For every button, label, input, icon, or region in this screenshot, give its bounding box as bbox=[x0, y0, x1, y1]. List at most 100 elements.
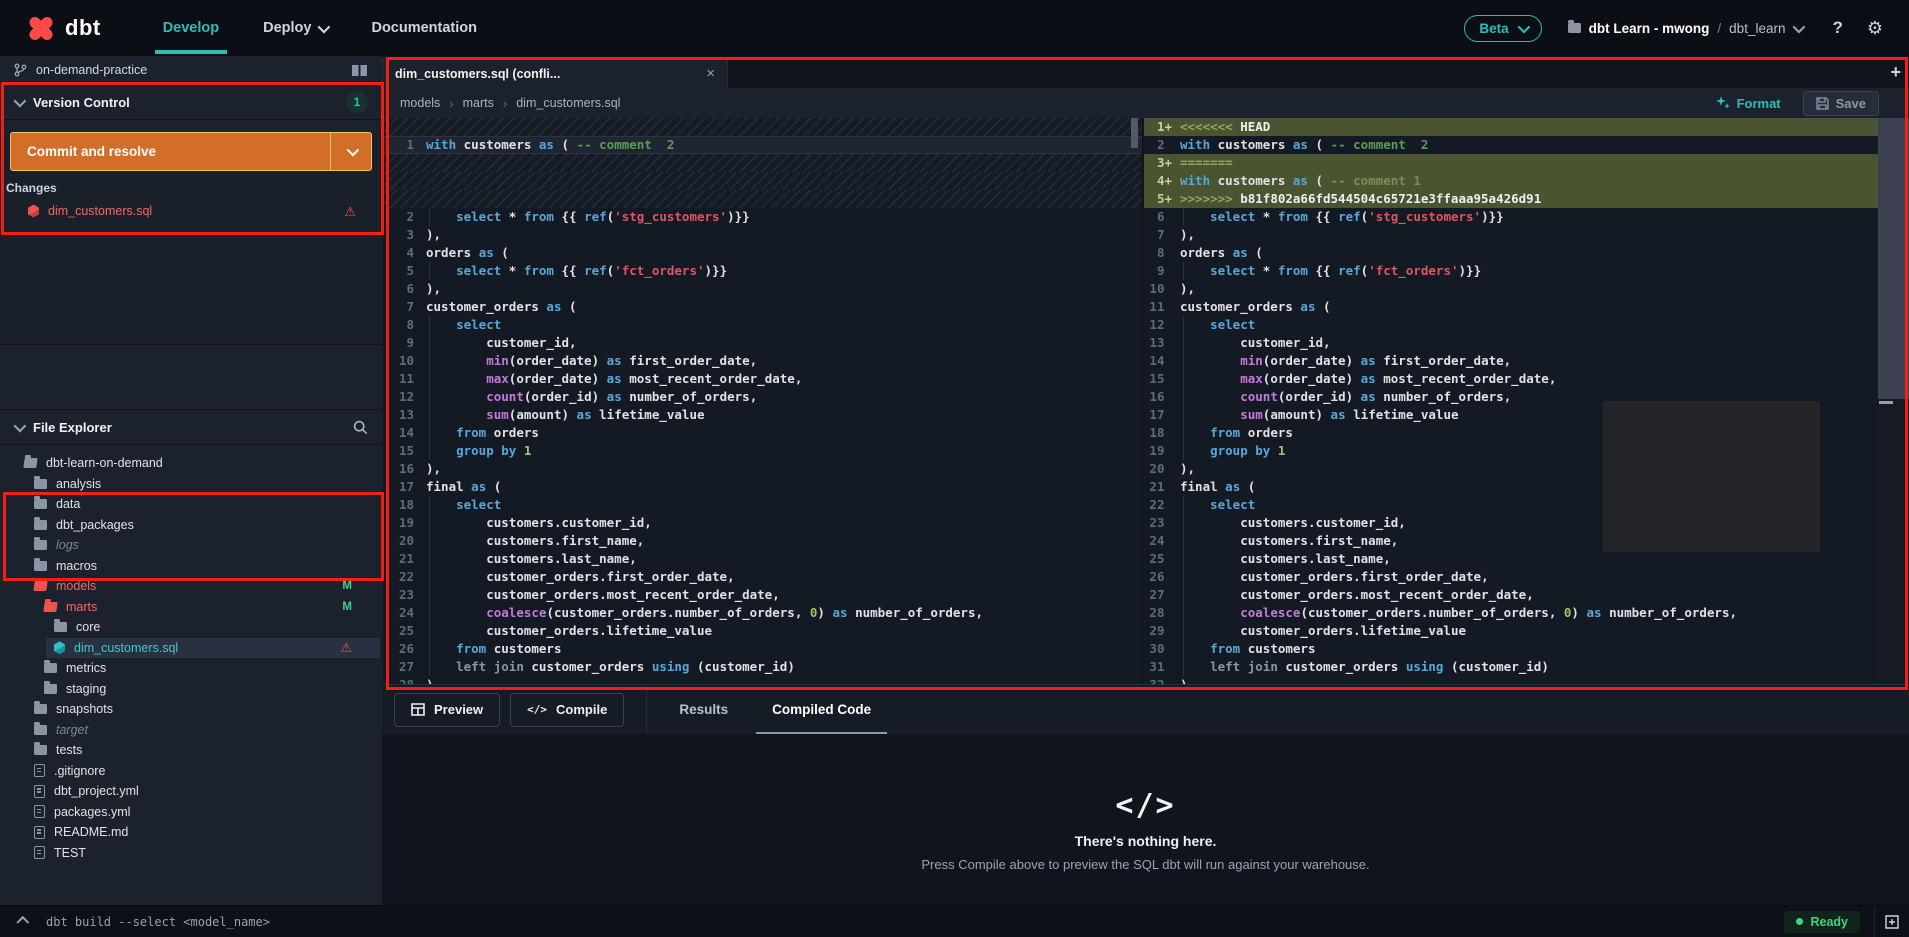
conflict-warning-icon: ⚠ bbox=[344, 203, 356, 219]
nav-develop[interactable]: Develop bbox=[141, 0, 241, 56]
diff-pane-current[interactable]: 1 with customers as ( -- comment 2 2 sele… bbox=[382, 118, 1143, 684]
model-cube-icon bbox=[28, 204, 39, 218]
chevron-down-icon bbox=[1517, 20, 1530, 33]
code-line: 20 customers.first_name, bbox=[382, 532, 1142, 550]
file-tree-item[interactable]: .gitignore bbox=[0, 761, 382, 782]
nav-deploy[interactable]: Deploy bbox=[241, 0, 349, 56]
line-number: 6 bbox=[1149, 209, 1172, 224]
help-icon[interactable]: ? bbox=[1832, 18, 1842, 38]
code-line: 6), bbox=[382, 280, 1142, 298]
line-number: 25 bbox=[1149, 551, 1172, 566]
tab-compiled-code[interactable]: Compiled Code bbox=[756, 685, 888, 735]
file-tree-item[interactable]: core bbox=[0, 617, 382, 638]
editor-scrollbar[interactable] bbox=[1878, 118, 1909, 684]
file-tree-item[interactable]: analysis bbox=[0, 474, 382, 495]
folder-icon bbox=[1567, 20, 1581, 33]
code-line: 5+ >>>>>>> b81f802a66fd544504c65721e3ffaa… bbox=[1144, 190, 1909, 208]
file-tree-item[interactable]: models M bbox=[0, 576, 382, 597]
file-tree-item[interactable]: staging bbox=[0, 679, 382, 700]
preview-button[interactable]: Preview bbox=[394, 692, 501, 727]
line-number: 10 bbox=[398, 353, 414, 368]
line-number: 27 bbox=[1149, 587, 1172, 602]
file-tree-item[interactable]: dbt-learn-on-demand bbox=[0, 453, 382, 474]
panel-toggle-icon[interactable] bbox=[1874, 905, 1909, 937]
dbt-ide-window: dbt Develop Deploy Documentation Beta db… bbox=[0, 0, 1909, 937]
new-tab-icon[interactable]: + bbox=[1890, 62, 1901, 83]
changed-file-row[interactable]: dim_customers.sql ⚠ bbox=[0, 197, 382, 225]
file-tree-item[interactable]: dbt_project.yml bbox=[0, 781, 382, 802]
file-tree-item[interactable]: logs bbox=[0, 535, 382, 556]
command-input[interactable]: dbt build --select <model_name> bbox=[46, 915, 1784, 929]
format-button[interactable]: Format bbox=[1715, 96, 1781, 111]
line-number: 24 bbox=[398, 605, 414, 620]
file-tree-item[interactable]: README.md bbox=[0, 822, 382, 843]
file-tree[interactable]: dbt-learn-on-demand analysis data dbt_packa… bbox=[0, 445, 382, 863]
line-number: 7 bbox=[1149, 227, 1172, 242]
file-tree-item-label: packages.yml bbox=[54, 804, 131, 819]
project-selector[interactable]: dbt Learn - mwong / dbt_learn bbox=[1567, 20, 1806, 36]
file-tree-item[interactable]: snapshots bbox=[0, 699, 382, 720]
line-number: 7 bbox=[398, 299, 414, 314]
file-tree-item[interactable]: marts M bbox=[0, 597, 382, 618]
line-number: 21 bbox=[398, 551, 414, 566]
code-line: 8 orders as ( bbox=[1144, 244, 1909, 262]
file-tree-item[interactable]: macros bbox=[0, 556, 382, 577]
version-control-header[interactable]: Version Control 1 bbox=[0, 85, 382, 120]
file-tree-item[interactable]: tests bbox=[0, 740, 382, 761]
save-button[interactable]: Save bbox=[1802, 90, 1879, 116]
docs-book-icon[interactable] bbox=[351, 64, 368, 77]
file-tree-item[interactable]: target bbox=[0, 720, 382, 741]
search-icon[interactable] bbox=[353, 420, 368, 435]
file-explorer-header[interactable]: File Explorer bbox=[0, 409, 382, 445]
file-tree-item[interactable]: metrics bbox=[0, 658, 382, 679]
code-line: 9 select * from {{ ref('fct_orders')}} bbox=[1144, 262, 1909, 280]
code-line: 17 final as ( bbox=[382, 478, 1142, 496]
line-number: 8 bbox=[1149, 245, 1172, 260]
folder-icon bbox=[44, 660, 57, 674]
code-line: 28) bbox=[382, 676, 1142, 684]
expand-command-bar-icon[interactable] bbox=[10, 915, 36, 929]
line-number: 22 bbox=[398, 569, 414, 584]
file-tree-item[interactable]: data bbox=[0, 494, 382, 515]
dbt-logo-text: dbt bbox=[65, 15, 101, 40]
line-number: 28 bbox=[382, 676, 426, 684]
diff-filler-line bbox=[382, 190, 1142, 208]
close-icon[interactable]: × bbox=[706, 65, 715, 82]
code-line: 23 customer_orders.most_recent_order_dat… bbox=[382, 586, 1142, 604]
file-tree-item-label: dbt_project.yml bbox=[54, 784, 139, 799]
code-line: 2 with customers as ( -- comment 2 bbox=[1144, 136, 1909, 154]
line-number: 8 bbox=[398, 317, 414, 332]
commit-dropdown-button[interactable] bbox=[330, 133, 371, 170]
file-tree-item[interactable]: packages.yml bbox=[0, 802, 382, 823]
file-tree-item[interactable]: dbt_packages bbox=[0, 515, 382, 536]
code-line: 3+ ======= bbox=[1144, 154, 1909, 172]
code-line: 5 select * from {{ ref('fct_orders')}} bbox=[382, 262, 1142, 280]
code-line: 1 with customers as ( -- comment 2 bbox=[382, 136, 1142, 154]
breadcrumb-models[interactable]: models bbox=[400, 96, 440, 110]
gear-icon[interactable]: ⚙ bbox=[1867, 18, 1883, 39]
status-dot-icon bbox=[1796, 918, 1804, 925]
code-line: 25 customer_orders.lifetime_value bbox=[382, 622, 1142, 640]
line-number: 20 bbox=[398, 533, 414, 548]
breadcrumb-marts[interactable]: marts bbox=[463, 96, 494, 110]
file-tree-item[interactable]: dim_customers.sql ⚠ bbox=[0, 637, 382, 658]
modified-badge: M bbox=[342, 580, 352, 593]
editor-tab[interactable]: dim_customers.sql (confli... × bbox=[382, 58, 728, 88]
branch-row[interactable]: on-demand-practice bbox=[0, 56, 382, 85]
chevron-down-icon bbox=[1793, 20, 1806, 33]
compile-button[interactable]: </> Compile bbox=[510, 692, 625, 727]
commit-and-resolve-button[interactable]: Commit and resolve bbox=[10, 132, 372, 171]
dbt-logo[interactable]: dbt bbox=[26, 13, 101, 43]
beta-badge[interactable]: Beta bbox=[1464, 14, 1542, 42]
scrollbar-thumb[interactable] bbox=[1878, 118, 1909, 399]
tab-results[interactable]: Results bbox=[679, 685, 728, 735]
code-line: 11 customer_orders as ( bbox=[1144, 298, 1909, 316]
line-number: 9 bbox=[398, 335, 414, 350]
breadcrumb-row: models › marts › dim_customers.sql Forma… bbox=[382, 88, 1909, 118]
file-tree-item[interactable]: TEST bbox=[0, 843, 382, 864]
nav-documentation[interactable]: Documentation bbox=[349, 0, 499, 56]
code-line: 32 ) bbox=[1144, 676, 1909, 684]
line-number: 12 bbox=[398, 389, 414, 404]
file-tree-item-label: marts bbox=[66, 599, 98, 614]
breadcrumb-file[interactable]: dim_customers.sql bbox=[516, 96, 620, 110]
